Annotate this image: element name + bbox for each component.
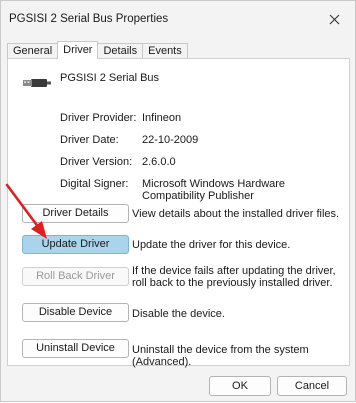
driver-details-button[interactable]: Driver Details bbox=[22, 204, 129, 223]
roll-back-driver-description: If the device fails after updating the d… bbox=[132, 265, 336, 289]
roll-back-driver-button[interactable]: Roll Back Driver bbox=[22, 267, 129, 286]
driver-panel: PGSISI 2 Serial Bus Driver Provider: Inf… bbox=[7, 58, 350, 368]
update-driver-description: Update the driver for this device. bbox=[132, 239, 291, 251]
driver-date-value: 22-10-2009 bbox=[142, 134, 199, 146]
title-bar: PGSISI 2 Serial Bus Properties bbox=[1, 1, 355, 37]
driver-version-value: 2.6.0.0 bbox=[142, 156, 176, 168]
tab-events[interactable]: Events bbox=[142, 43, 188, 59]
update-driver-button[interactable]: Update Driver bbox=[22, 235, 129, 254]
driver-version-label: Driver Version: bbox=[60, 156, 133, 168]
usb-plug-icon bbox=[23, 79, 51, 87]
driver-details-description: View details about the installed driver … bbox=[132, 208, 340, 220]
uninstall-device-button[interactable]: Uninstall Device bbox=[22, 339, 129, 358]
properties-dialog: PGSISI 2 Serial Bus Properties General D… bbox=[0, 0, 356, 402]
cancel-button[interactable]: Cancel bbox=[277, 376, 347, 396]
digital-signer-value: Microsoft Windows Hardware Compatibility… bbox=[142, 178, 286, 202]
tab-strip: General Driver Details Events bbox=[7, 41, 188, 59]
window-title: PGSISI 2 Serial Bus Properties bbox=[9, 13, 169, 25]
ok-button[interactable]: OK bbox=[209, 376, 271, 396]
driver-date-label: Driver Date: bbox=[60, 134, 119, 146]
digital-signer-label: Digital Signer: bbox=[60, 178, 129, 190]
tab-driver[interactable]: Driver bbox=[57, 41, 99, 59]
driver-provider-label: Driver Provider: bbox=[60, 112, 137, 124]
close-icon bbox=[329, 14, 339, 24]
device-name: PGSISI 2 Serial Bus bbox=[60, 72, 160, 84]
driver-provider-value: Infineon bbox=[142, 112, 182, 124]
close-button[interactable] bbox=[321, 7, 347, 31]
disable-device-button[interactable]: Disable Device bbox=[22, 303, 129, 322]
tab-general[interactable]: General bbox=[7, 43, 59, 59]
tab-details[interactable]: Details bbox=[97, 43, 144, 59]
uninstall-device-description: Uninstall the device from the system (Ad… bbox=[132, 344, 309, 368]
disable-device-description: Disable the device. bbox=[132, 308, 225, 320]
